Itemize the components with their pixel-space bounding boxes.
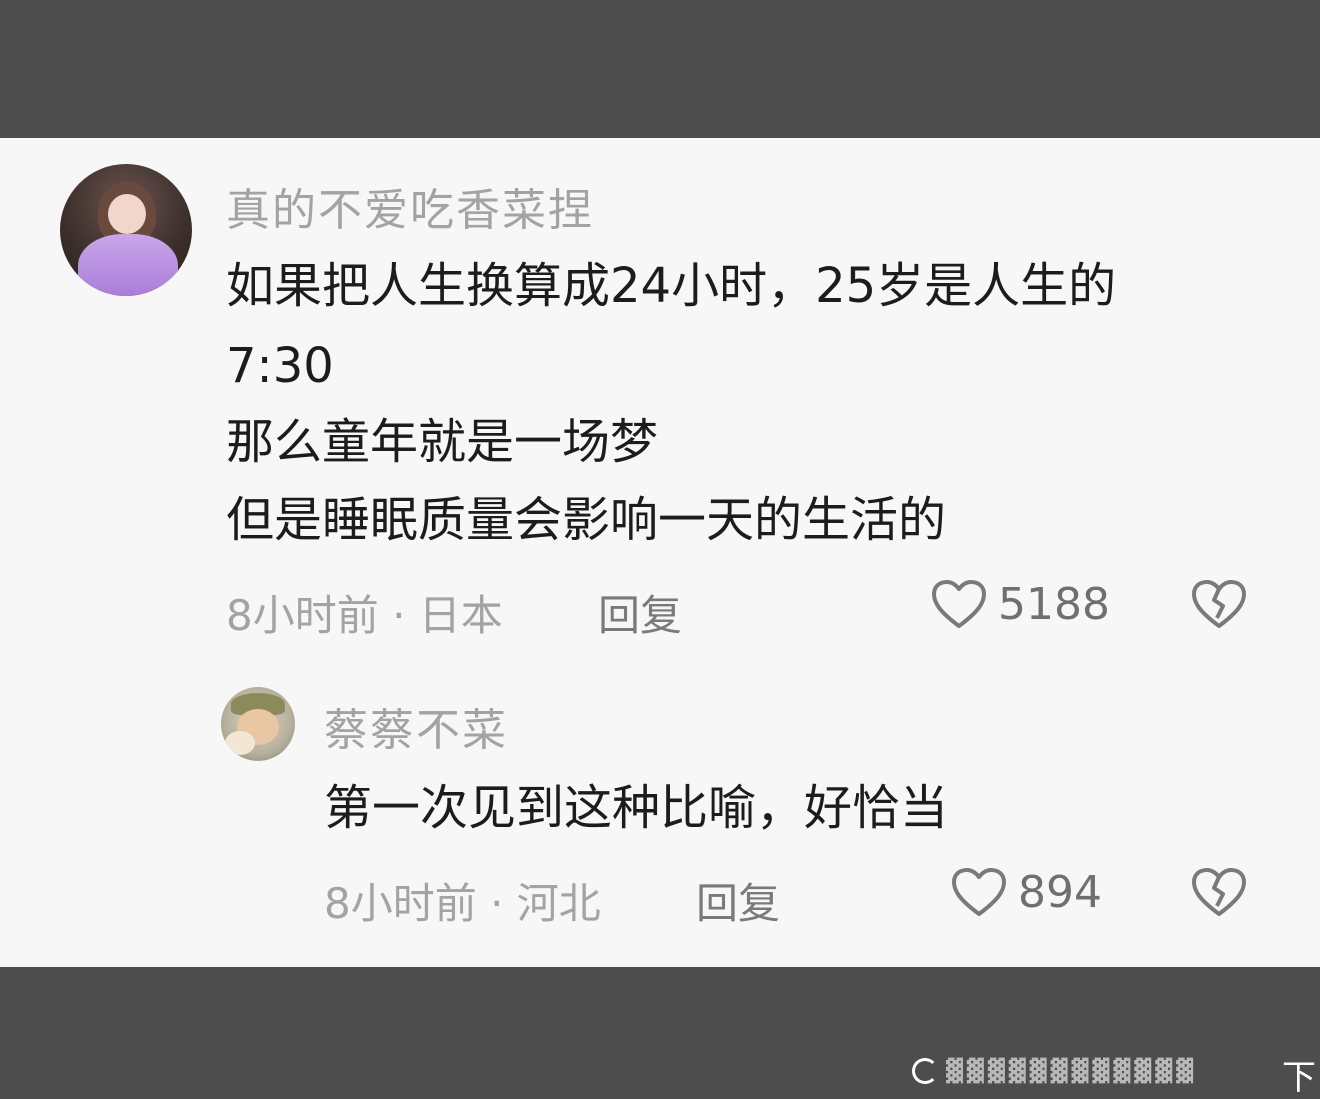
comment-line: 7:30 [226, 338, 334, 394]
comment-line: 第一次见到这种比喻，好恰当 [324, 780, 949, 836]
top-band [0, 0, 1320, 138]
comment-card: 真的不爱吃香菜捏 如果把人生换算成24小时，25岁是人生的 7:30 那么童年就… [0, 138, 1320, 967]
comment-username[interactable]: 蔡蔡不菜 [324, 694, 508, 758]
avatar[interactable] [221, 687, 295, 761]
broken-heart-icon[interactable] [1190, 578, 1248, 630]
avatar[interactable] [60, 164, 192, 296]
watermark: ▓▓▓▓▓▓▓▓▓▓▓▓ [912, 1056, 1284, 1086]
comment-line: 如果把人生换算成24小时，25岁是人生的 [226, 258, 1117, 314]
like-count: 894 [1018, 866, 1102, 918]
heart-outline-icon [952, 868, 1006, 916]
watermark-mark: 下 [1282, 1058, 1316, 1098]
heart-outline-icon [932, 580, 986, 628]
reply-button[interactable]: 回复 [598, 582, 682, 643]
comment-meta: 8小时前 · 日本 [226, 591, 503, 640]
weibo-logo-icon [912, 1058, 938, 1084]
comment-username[interactable]: 真的不爱吃香菜捏 [226, 174, 594, 238]
reply-button[interactable]: 回复 [696, 870, 780, 931]
broken-heart-icon[interactable] [1190, 866, 1248, 918]
comment-line: 但是睡眠质量会影响一天的生活的 [226, 492, 947, 548]
comment-meta: 8小时前 · 河北 [324, 879, 601, 928]
watermark-text: ▓▓▓▓▓▓▓▓▓▓▓▓ [946, 1058, 1198, 1084]
comment-line: 那么童年就是一场梦 [226, 414, 659, 470]
like-count: 5188 [998, 578, 1110, 630]
like-button[interactable]: 894 [950, 866, 1102, 918]
like-button[interactable]: 5188 [930, 578, 1110, 630]
